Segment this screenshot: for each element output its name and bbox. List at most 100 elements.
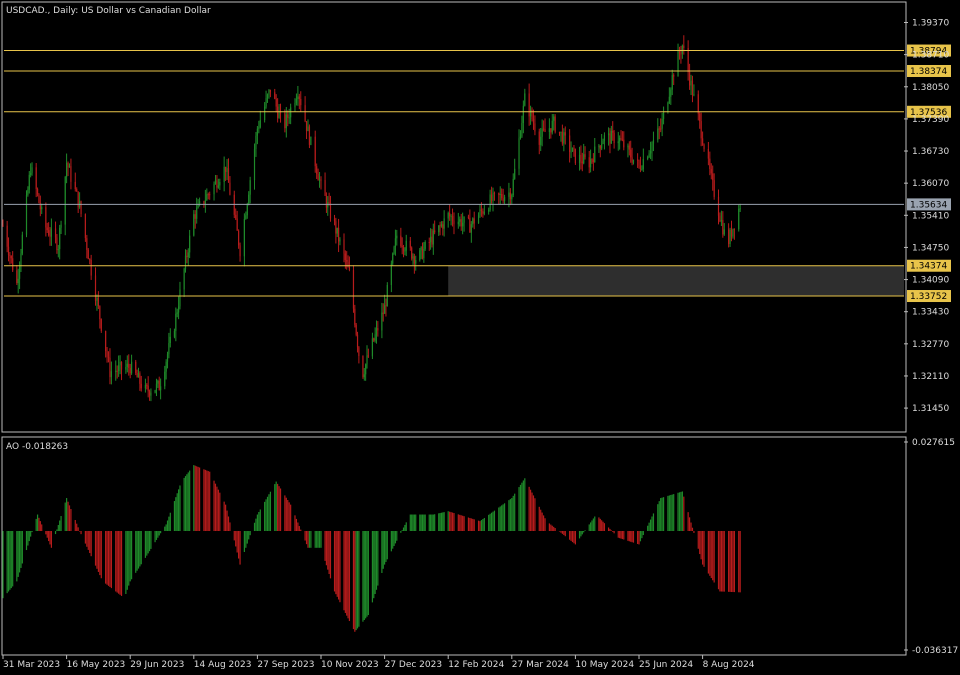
ao-bar <box>99 531 101 576</box>
candle <box>660 118 662 133</box>
candle-body <box>225 166 227 172</box>
candle <box>460 213 462 231</box>
ao-bar <box>571 531 574 543</box>
ao-bar <box>722 531 724 592</box>
candle-body <box>148 391 151 396</box>
candle <box>46 222 48 233</box>
ao-bar <box>259 509 261 531</box>
ao-bar <box>447 511 449 531</box>
candle <box>419 248 421 262</box>
candle <box>443 210 445 237</box>
candle <box>217 178 219 189</box>
candle <box>738 204 740 232</box>
ao-bar <box>563 531 565 536</box>
candle-body <box>396 235 398 239</box>
ao-bar <box>7 531 10 592</box>
candle <box>213 181 215 201</box>
candle-body <box>438 225 440 233</box>
candle <box>509 188 511 206</box>
price-tick-label: 1.32770 <box>912 340 949 350</box>
candle <box>107 351 110 363</box>
trading-chart[interactable]: USDCAD., Daily: US Dollar vs Canadian Do… <box>0 0 960 675</box>
candle <box>450 214 452 226</box>
candle <box>120 361 123 381</box>
candle <box>116 365 118 379</box>
candle <box>661 112 663 137</box>
candle <box>498 192 500 205</box>
candle <box>569 129 571 163</box>
candle-body <box>129 367 131 374</box>
price-tick-label: 1.34090 <box>912 276 949 286</box>
candle-body <box>709 158 711 170</box>
ao-bar <box>514 493 516 531</box>
ao-bar <box>358 531 360 627</box>
candle <box>677 43 679 77</box>
ao-tick-label: 0.027615 <box>912 438 955 448</box>
candle-body <box>38 194 40 203</box>
candle <box>154 389 156 394</box>
candle-body <box>352 270 355 309</box>
ao-panel-title: AO -0.018263 <box>6 442 68 452</box>
candle <box>673 73 675 86</box>
candle-body <box>498 193 500 195</box>
candle-body <box>258 127 260 129</box>
ao-bar <box>609 528 611 531</box>
candle-body <box>651 143 653 151</box>
candle-body <box>314 136 316 167</box>
candle <box>169 328 171 348</box>
candle <box>176 308 178 318</box>
candle-body <box>246 204 248 216</box>
candle <box>136 369 138 378</box>
candle <box>544 118 546 133</box>
ao-bar <box>396 531 398 541</box>
candle-body <box>169 336 171 344</box>
candle-body <box>668 96 670 103</box>
candle <box>440 221 443 228</box>
ao-bar <box>243 531 245 552</box>
candle <box>432 223 434 255</box>
ao-bar <box>628 531 630 542</box>
candle <box>337 218 340 253</box>
candle-body <box>381 312 383 331</box>
candle <box>317 168 319 181</box>
candle <box>6 220 8 253</box>
ao-bar <box>469 517 471 531</box>
candle-body <box>385 305 387 307</box>
candle <box>354 304 356 328</box>
level-tag-label: 1.34374 <box>910 262 947 272</box>
ao-bar <box>381 531 383 573</box>
ao-bar <box>67 501 69 531</box>
ao-bar <box>126 531 128 590</box>
candle-body <box>544 129 546 132</box>
candle <box>54 221 57 244</box>
candle-body <box>462 222 464 227</box>
ao-panel[interactable]: AO -0.018263 0.027615 -0.036317 <box>1 436 958 656</box>
candle-body <box>592 159 594 163</box>
candle-body <box>661 118 663 129</box>
candle <box>166 351 169 369</box>
candle <box>324 172 326 196</box>
candle-body <box>157 380 159 384</box>
candle-body <box>443 218 445 229</box>
ao-bar <box>729 531 731 592</box>
candle-body <box>310 136 312 145</box>
candle <box>512 173 514 198</box>
candle-body <box>420 246 422 251</box>
candle <box>668 87 670 105</box>
candle <box>106 347 108 363</box>
candle-body <box>569 135 571 152</box>
ao-bar <box>366 531 368 617</box>
candle-body <box>612 130 614 133</box>
candle <box>637 153 639 168</box>
ao-bar <box>110 531 113 589</box>
ao-bar <box>534 498 536 531</box>
ao-bar <box>68 505 71 531</box>
ao-bar <box>279 488 282 531</box>
candle-body <box>70 166 72 182</box>
ao-bar <box>79 531 81 532</box>
price-tick-label: 1.32110 <box>912 372 949 382</box>
candle-body <box>339 239 341 242</box>
candle <box>412 253 414 265</box>
candle-body <box>166 354 169 362</box>
price-panel[interactable]: USDCAD., Daily: US Dollar vs Canadian Do… <box>1 1 951 433</box>
